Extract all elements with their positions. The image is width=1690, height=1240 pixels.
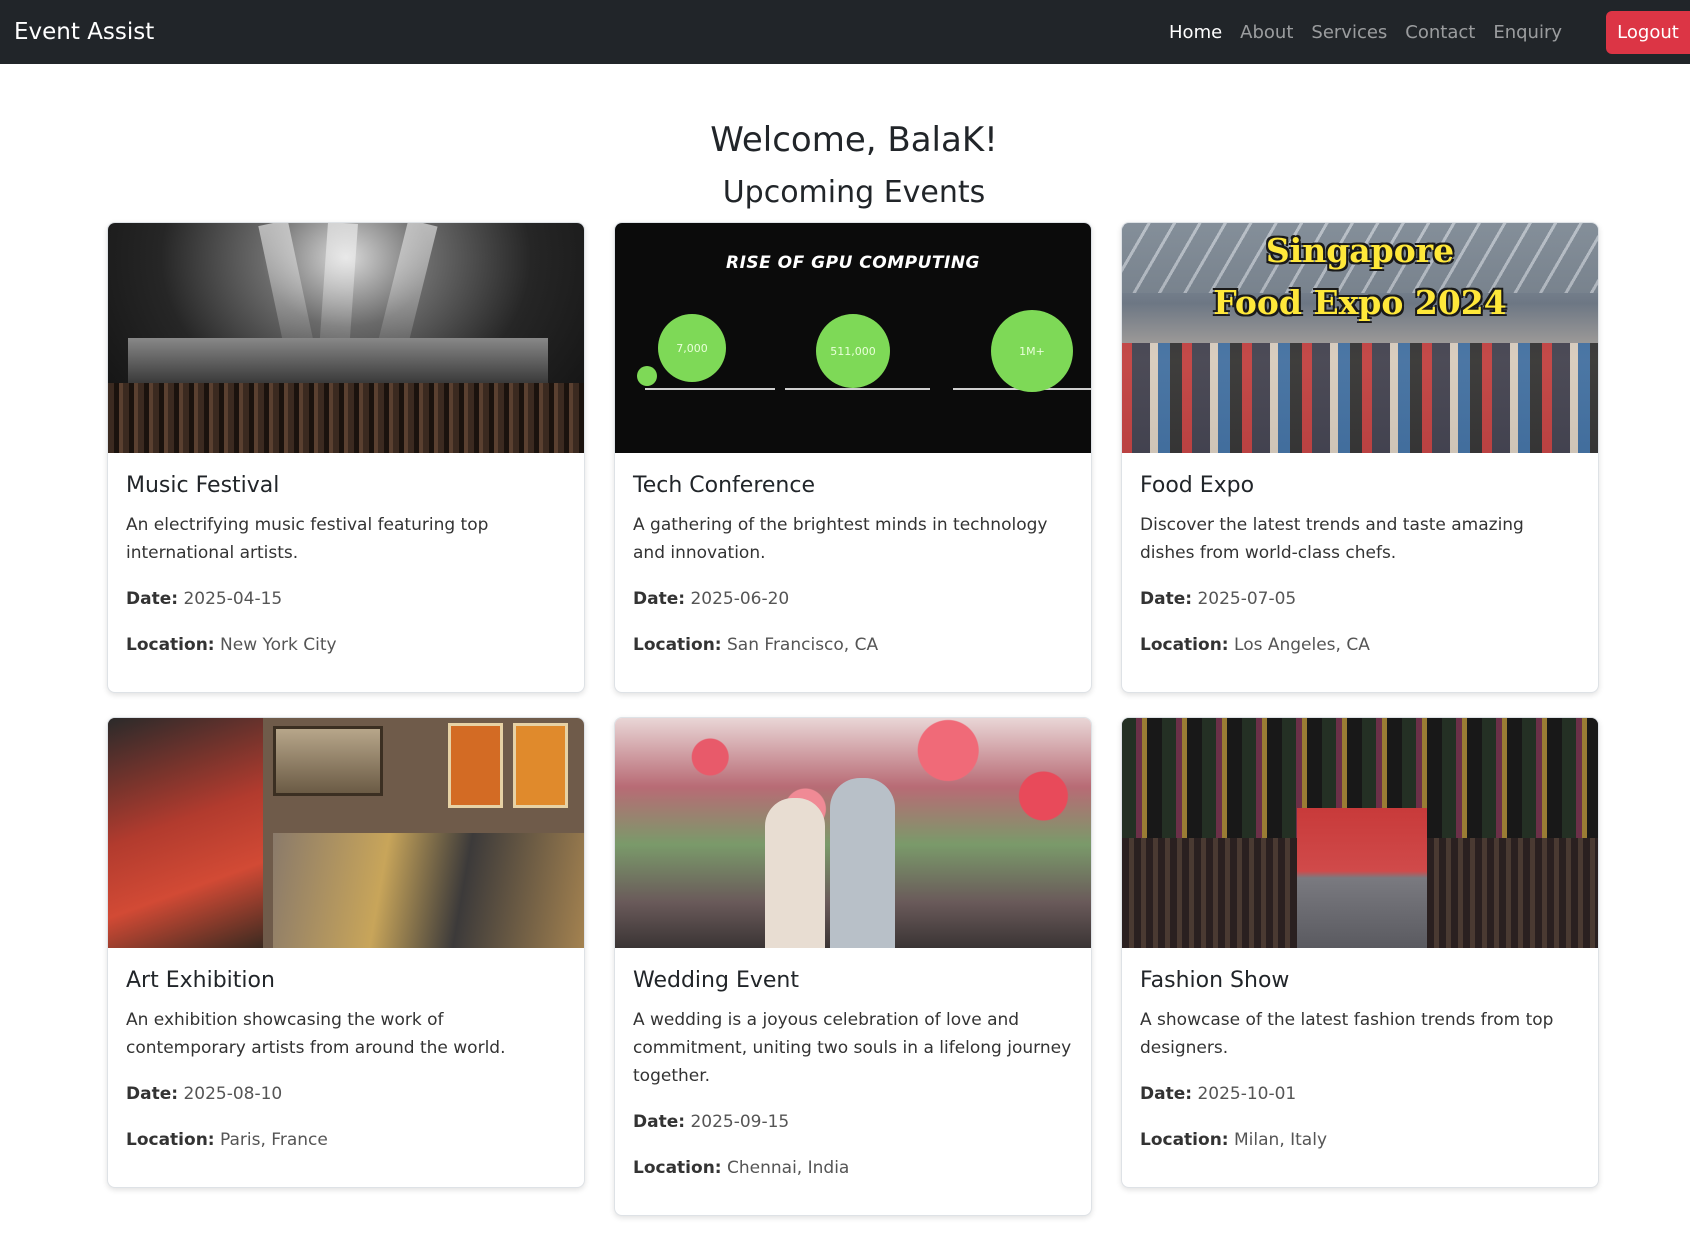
navbar: Event Assist Home About Services Contact… (0, 0, 1690, 64)
event-title: Food Expo (1140, 473, 1255, 498)
event-card-music-festival: Music Festival An electrifying music fes… (107, 222, 585, 693)
nav-link-contact[interactable]: Contact (1405, 20, 1475, 46)
event-date: Date: 2025-09-15 (633, 1108, 1073, 1136)
date-label: Date: (126, 1084, 179, 1104)
image-headline: RISE OF GPU COMPUTING (725, 253, 981, 273)
date-label: Date: (633, 1112, 686, 1132)
event-card-fashion-show: Fashion Show A showcase of the latest fa… (1121, 717, 1599, 1188)
location-value: San Francisco, CA (727, 635, 879, 655)
event-card-tech-conference: RISE OF GPU COMPUTING 7,000 511,000 1M+ … (614, 222, 1092, 693)
location-label: Location: (1140, 1130, 1229, 1150)
brand-link[interactable]: Event Assist (14, 17, 154, 47)
logout-button[interactable]: Logout (1606, 11, 1690, 54)
card-body: Food Expo Discover the latest trends and… (1122, 453, 1598, 679)
date-value: 2025-07-05 (1197, 589, 1297, 609)
event-description: An electrifying music festival featuring… (126, 515, 489, 563)
event-location: Location: Paris, France (126, 1126, 566, 1154)
stat-circle: 511,000 (816, 314, 890, 388)
event-title: Tech Conference (633, 473, 815, 498)
event-location: Location: Chennai, India (633, 1154, 1073, 1182)
event-title: Wedding Event (633, 968, 799, 993)
card-body: Fashion Show A showcase of the latest fa… (1122, 948, 1598, 1174)
event-description: A gathering of the brightest minds in te… (633, 515, 1048, 563)
event-title: Fashion Show (1140, 968, 1290, 993)
event-date: Date: 2025-10-01 (1140, 1080, 1580, 1108)
stat-circle: 7,000 (658, 314, 726, 382)
event-image-music-festival (108, 223, 584, 453)
event-card-art-exhibition: Art Exhibition An exhibition showcasing … (107, 717, 585, 1188)
location-value: Paris, France (220, 1130, 328, 1150)
location-label: Location: (126, 635, 215, 655)
event-date: Date: 2025-08-10 (126, 1080, 566, 1108)
event-date: Date: 2025-07-05 (1140, 585, 1580, 613)
nav-link-home[interactable]: Home (1169, 20, 1222, 46)
image-title-line1: Singapore (1265, 231, 1455, 270)
date-label: Date: (1140, 589, 1193, 609)
event-description: Discover the latest trends and taste ama… (1140, 515, 1524, 563)
location-value: Milan, Italy (1234, 1130, 1328, 1150)
event-location: Location: Los Angeles, CA (1140, 631, 1580, 659)
nav-link-enquiry[interactable]: Enquiry (1493, 20, 1562, 46)
event-description: A showcase of the latest fashion trends … (1140, 1010, 1554, 1058)
event-location: Location: San Francisco, CA (633, 631, 1073, 659)
event-description: A wedding is a joyous celebration of lov… (633, 1010, 1072, 1086)
event-location: Location: New York City (126, 631, 566, 659)
event-image-fashion-show (1122, 718, 1598, 948)
location-label: Location: (1140, 635, 1229, 655)
date-value: 2025-10-01 (1197, 1084, 1297, 1104)
nav-link-about[interactable]: About (1240, 20, 1293, 46)
card-body: Wedding Event A wedding is a joyous cele… (615, 948, 1091, 1202)
event-image-food-expo: Singapore Food Expo 2024 (1122, 223, 1598, 453)
card-body: Art Exhibition An exhibition showcasing … (108, 948, 584, 1174)
event-card-wedding-event: Wedding Event A wedding is a joyous cele… (614, 717, 1092, 1216)
event-image-tech-conference: RISE OF GPU COMPUTING 7,000 511,000 1M+ (615, 223, 1091, 453)
stat-circle: 1M+ (991, 310, 1073, 392)
welcome-heading: Welcome, BalaK! (710, 120, 998, 160)
nav-link-services[interactable]: Services (1311, 20, 1387, 46)
location-label: Location: (633, 1158, 722, 1178)
card-body: Tech Conference A gathering of the brigh… (615, 453, 1091, 679)
date-value: 2025-06-20 (690, 589, 790, 609)
section-title: Upcoming Events (722, 175, 986, 210)
card-body: Music Festival An electrifying music fes… (108, 453, 584, 679)
date-value: 2025-04-15 (183, 589, 283, 609)
event-card-food-expo: Singapore Food Expo 2024 Food Expo Disco… (1121, 222, 1599, 693)
date-label: Date: (126, 589, 179, 609)
event-title: Art Exhibition (126, 968, 275, 993)
location-value: Los Angeles, CA (1234, 635, 1370, 655)
event-description: An exhibition showcasing the work of con… (126, 1010, 506, 1058)
event-image-art-exhibition (108, 718, 584, 948)
event-date: Date: 2025-04-15 (126, 585, 566, 613)
image-title-line2: Food Expo 2024 (1213, 283, 1507, 322)
location-label: Location: (633, 635, 722, 655)
event-date: Date: 2025-06-20 (633, 585, 1073, 613)
event-image-wedding-event (615, 718, 1091, 948)
date-value: 2025-09-15 (690, 1112, 790, 1132)
date-label: Date: (1140, 1084, 1193, 1104)
date-value: 2025-08-10 (183, 1084, 283, 1104)
date-label: Date: (633, 589, 686, 609)
location-label: Location: (126, 1130, 215, 1150)
nav-links: Home About Services Contact Enquiry (1169, 20, 1562, 46)
location-value: New York City (220, 635, 337, 655)
location-value: Chennai, India (727, 1158, 850, 1178)
event-location: Location: Milan, Italy (1140, 1126, 1580, 1154)
event-title: Music Festival (126, 473, 280, 498)
